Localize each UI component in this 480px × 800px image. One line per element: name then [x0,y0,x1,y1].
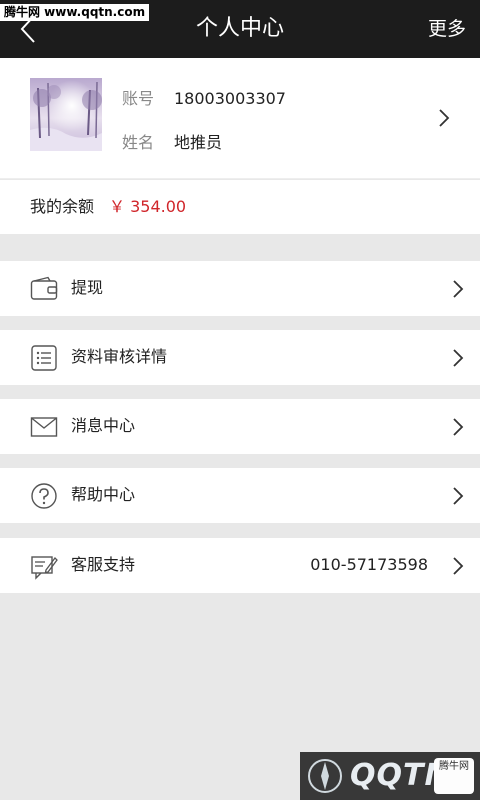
profile-card[interactable]: 账号 18003003307 姓名 地推员 [0,58,480,179]
help-icon [31,483,57,509]
watermark-bottom: QQTN 腾牛网 [300,752,480,800]
menu-item-messages[interactable]: 消息中心 [0,399,480,454]
chevron-right-icon [439,109,450,127]
menu-item-help[interactable]: 帮助中心 [0,468,480,523]
menu-item-label: 提现 [71,278,104,297]
menu-item-review-details[interactable]: 资料审核详情 [0,330,480,385]
chevron-right-icon [453,418,464,436]
chevron-right-icon [453,487,464,505]
menu-item-label: 客服支持 [71,555,136,574]
watermark-badge: 腾牛网 [434,758,474,794]
more-button[interactable]: 更多 [428,14,466,44]
support-phone[interactable]: 010-57173598 [310,554,428,576]
menu-item-label: 帮助中心 [71,485,136,504]
watermark-top: 腾牛网 www.qqtn.com [0,4,150,21]
list-icon [31,345,57,371]
name-value: 地推员 [174,133,223,152]
menu-item-label: 资料审核详情 [71,347,168,366]
chevron-right-icon [453,349,464,367]
balance-value: ￥ 354.00 [109,197,187,216]
menu-item-customer-support[interactable]: 客服支持 010-57173598 [0,538,480,593]
account-label: 账号 [122,89,155,108]
watermark-emblem-icon [308,759,342,793]
balance-label: 我的余额 [30,197,95,216]
balance-row: 我的余额 ￥ 354.00 [0,180,480,234]
menu-item-label: 消息中心 [71,416,136,435]
menu-item-withdraw[interactable]: 提现 [0,261,480,316]
avatar [30,78,102,151]
top-bar: 个人中心 更多 腾牛网 www.qqtn.com [0,0,480,58]
chevron-right-icon [453,557,464,575]
wallet-icon [30,276,58,300]
chevron-right-icon [453,280,464,298]
support-icon [31,556,58,580]
envelope-icon [30,417,58,437]
account-value: 18003003307 [174,89,286,108]
name-label: 姓名 [122,133,155,152]
